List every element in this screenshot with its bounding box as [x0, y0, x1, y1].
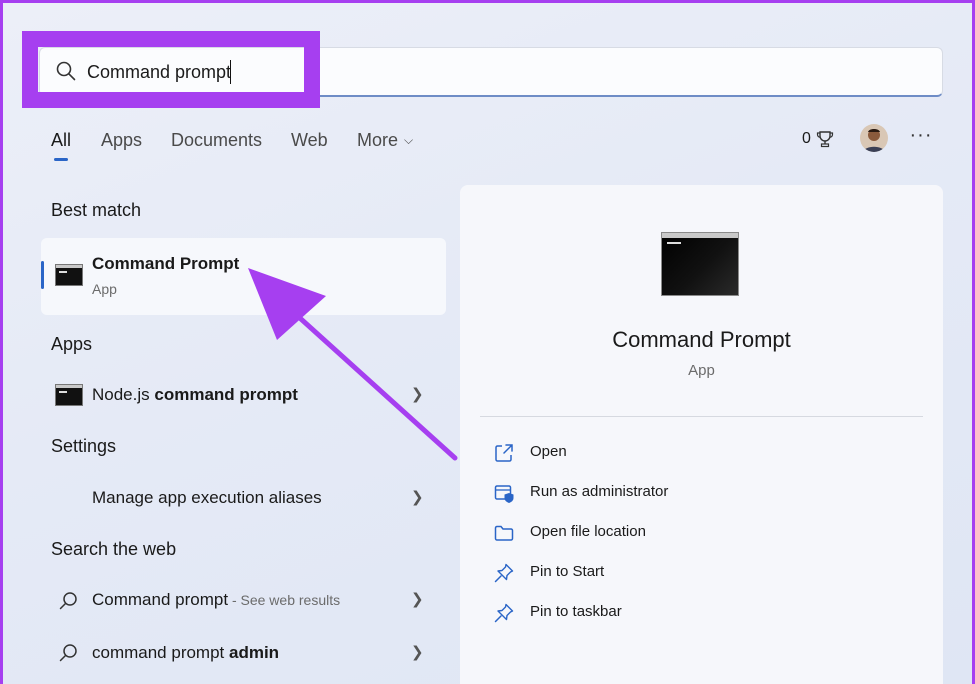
text-caret [230, 60, 231, 84]
action-open-file-location[interactable]: Open file location [493, 520, 646, 546]
tab-documents[interactable]: Documents [171, 130, 262, 151]
chevron-right-icon[interactable]: ❯ [411, 385, 424, 403]
pin-icon [494, 563, 514, 583]
pin-icon [494, 603, 514, 623]
web-result-suffix: - See web results [228, 592, 341, 608]
action-pin-to-start[interactable]: Pin to Start [493, 560, 604, 586]
tab-all-underline [54, 158, 68, 161]
open-external-icon [495, 444, 513, 462]
chevron-down-icon: ⌵ [404, 133, 414, 147]
best-match-heading: Best match [51, 200, 142, 220]
rewards-points[interactable]: 0 [802, 129, 835, 149]
divider [480, 416, 923, 417]
nodejs-label-bold: command prompt [154, 385, 298, 404]
trophy-icon [816, 131, 834, 148]
search-input[interactable] [87, 58, 287, 86]
nodejs-command-prompt-icon [55, 384, 83, 406]
app-execution-aliases-label: Manage app execution aliases [92, 488, 322, 507]
settings-heading: Settings [51, 436, 117, 456]
web-result-label-bold: admin [229, 643, 280, 662]
command-prompt-large-icon [661, 232, 739, 296]
web-result-label: Command prompt [92, 590, 229, 609]
selection-indicator [41, 261, 44, 289]
tab-all[interactable]: All [51, 130, 71, 151]
chevron-right-icon[interactable]: ❯ [411, 590, 424, 608]
tab-apps[interactable]: Apps [101, 130, 142, 151]
command-prompt-icon [55, 264, 83, 286]
search-icon [59, 644, 77, 662]
search-window: All Apps Documents Web More⌵ 0 ··· Best … [0, 0, 975, 684]
action-run-as-administrator[interactable]: Run as administrator [493, 480, 668, 506]
tab-web[interactable]: Web [291, 130, 328, 151]
best-match-result[interactable] [41, 238, 446, 315]
web-result-label: command prompt [92, 643, 229, 662]
action-pin-to-taskbar[interactable]: Pin to taskbar [493, 600, 622, 626]
chevron-right-icon[interactable]: ❯ [411, 488, 424, 506]
best-match-subtitle: App [92, 281, 117, 297]
apps-heading: Apps [51, 334, 93, 354]
folder-icon [494, 525, 514, 541]
more-options-icon[interactable]: ··· [908, 124, 934, 150]
nodejs-label: Node.js [92, 385, 155, 404]
details-subtitle: App [688, 362, 715, 379]
best-match-title: Command Prompt [92, 254, 240, 273]
search-web-heading: Search the web [51, 539, 177, 559]
search-icon [59, 592, 77, 610]
avatar[interactable] [860, 124, 888, 152]
search-icon [56, 61, 76, 81]
rewards-count: 0 [802, 130, 811, 147]
tab-more[interactable]: More ⌵ [357, 130, 413, 151]
action-open[interactable]: Open [493, 440, 567, 466]
details-title: Command Prompt [612, 327, 791, 352]
chevron-right-icon[interactable]: ❯ [411, 643, 424, 661]
shield-admin-icon [494, 485, 514, 503]
